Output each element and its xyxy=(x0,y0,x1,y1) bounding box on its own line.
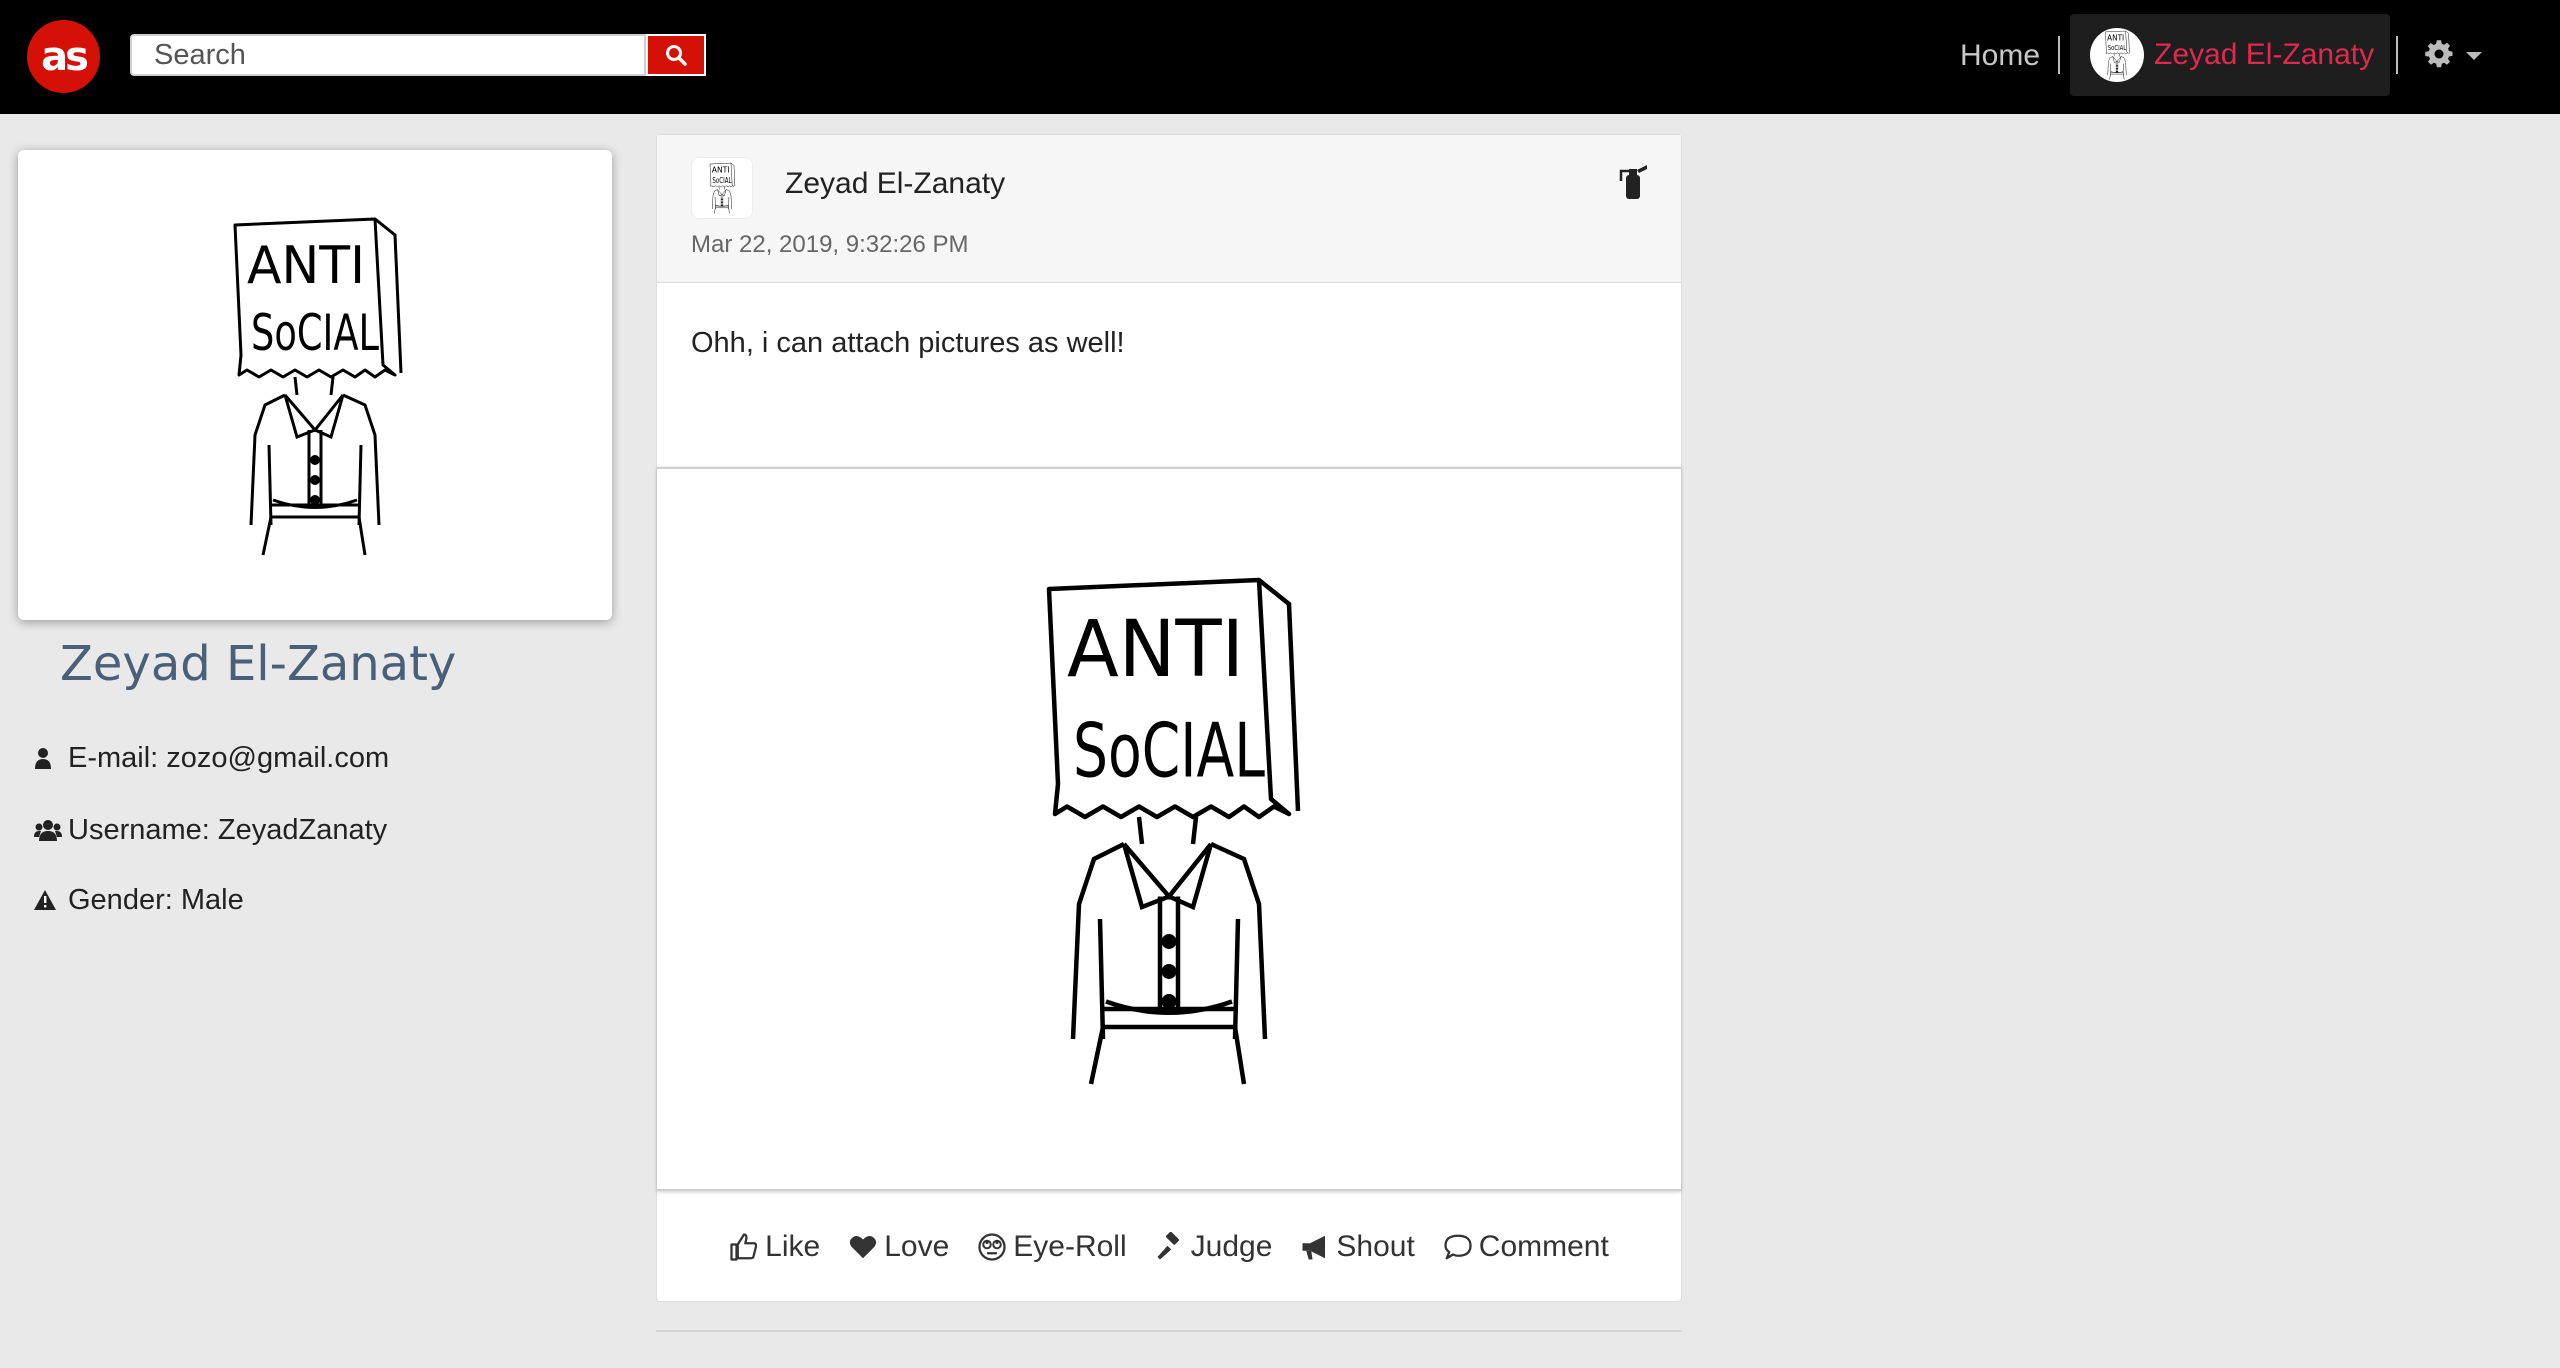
nav-home-link[interactable]: Home xyxy=(1960,34,2040,78)
warning-icon xyxy=(34,890,68,910)
comment-label: Comment xyxy=(1478,1230,1609,1263)
post-author-avatar[interactable] xyxy=(691,157,753,219)
thumbs-up-icon xyxy=(730,1233,758,1261)
profile-gender: Gender: Male xyxy=(68,883,244,916)
profile-username: Username: ZeyadZanaty xyxy=(68,813,388,846)
logo-text: as xyxy=(41,33,89,80)
like-label: Like xyxy=(765,1230,821,1263)
comment-button[interactable]: Comment xyxy=(1443,1230,1609,1264)
judge-button[interactable]: Judge xyxy=(1155,1230,1273,1264)
nav-user-profile-link[interactable]: Zeyad El-Zanaty xyxy=(2070,14,2390,96)
chevron-down-icon xyxy=(2466,52,2482,60)
fire-extinguisher-icon[interactable] xyxy=(1617,161,1651,201)
post-timestamp: Mar 22, 2019, 9:32:26 PM xyxy=(691,231,969,258)
settings-dropdown[interactable] xyxy=(2424,32,2486,76)
search-icon xyxy=(666,45,687,66)
post-body-text: Ohh, i can attach pictures as well! xyxy=(691,327,1125,359)
post-header: Zeyad El-Zanaty Mar 22, 2019, 9:32:26 PM xyxy=(657,135,1681,283)
next-post-divider xyxy=(656,1330,1682,1332)
love-label: Love xyxy=(884,1230,950,1263)
nav-divider xyxy=(2396,36,2398,74)
profile-name: Zeyad El-Zanaty xyxy=(60,636,457,692)
post-actions-bar: Like Love Eye-Roll Judge Shout Comment xyxy=(657,1191,1681,1303)
like-button[interactable]: Like xyxy=(729,1230,820,1264)
avatar-figure-icon xyxy=(709,162,736,214)
post-picture xyxy=(1034,559,1304,1099)
profile-picture xyxy=(233,217,403,557)
heart-icon xyxy=(850,1236,877,1259)
profile-gender-row: Gender: Male xyxy=(34,880,244,920)
profile-picture-card xyxy=(18,150,612,620)
post-attached-image[interactable] xyxy=(657,467,1681,1191)
shout-button[interactable]: Shout xyxy=(1300,1230,1415,1264)
eye-roll-face-icon xyxy=(978,1233,1006,1261)
lastfm-logo[interactable]: as xyxy=(27,20,100,93)
profile-username-row: Username: ZeyadZanaty xyxy=(34,810,387,850)
shout-label: Shout xyxy=(1336,1230,1415,1263)
user-icon xyxy=(34,747,68,769)
comment-bubble-icon xyxy=(1444,1234,1472,1260)
eye-roll-button[interactable]: Eye-Roll xyxy=(977,1230,1127,1264)
nav-divider xyxy=(2058,36,2060,74)
eye-roll-label: Eye-Roll xyxy=(1013,1230,1127,1263)
gear-icon xyxy=(2425,40,2453,68)
users-icon xyxy=(34,819,68,841)
search-placeholder: Search xyxy=(154,38,246,71)
avatar-figure-icon xyxy=(2105,30,2130,80)
gavel-icon xyxy=(1157,1232,1179,1260)
profile-email: E-mail: zozo@gmail.com xyxy=(68,741,390,774)
search-input[interactable]: Search xyxy=(130,34,646,76)
post-author-name[interactable]: Zeyad El-Zanaty xyxy=(785,167,1005,201)
profile-email-row: E-mail: zozo@gmail.com xyxy=(34,738,389,778)
post-card: Zeyad El-Zanaty Mar 22, 2019, 9:32:26 PM… xyxy=(656,134,1682,1302)
search-button[interactable] xyxy=(646,34,706,76)
judge-label: Judge xyxy=(1190,1230,1273,1263)
nav-user-name: Zeyad El-Zanaty xyxy=(2154,38,2375,71)
top-navbar: as Search Home Zeyad El-Zanaty xyxy=(0,0,2560,114)
nav-user-avatar xyxy=(2090,28,2144,82)
bullhorn-icon xyxy=(1302,1235,1326,1260)
love-button[interactable]: Love xyxy=(848,1230,949,1264)
